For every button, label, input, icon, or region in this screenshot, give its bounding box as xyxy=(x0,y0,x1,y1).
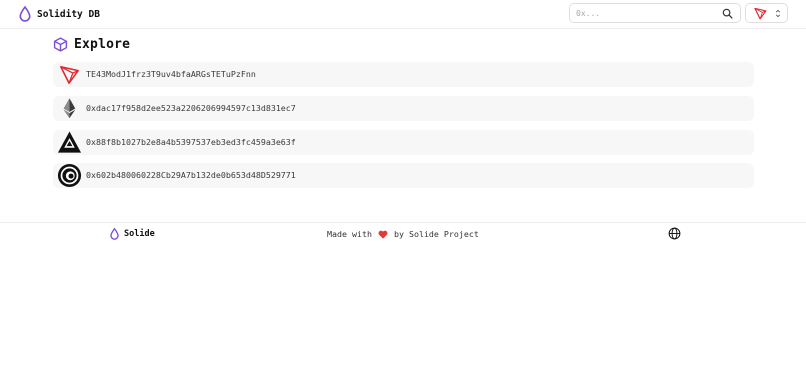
globe-icon[interactable] xyxy=(668,227,681,240)
drop-logo-icon xyxy=(19,6,31,22)
circle-network-icon xyxy=(57,164,82,188)
triangle-network-icon xyxy=(57,131,82,153)
network-selector[interactable] xyxy=(745,3,788,23)
contract-row-ethereum[interactable]: 0xdac17f958d2ee523a2206206994597c13d831e… xyxy=(53,95,754,121)
drop-logo-icon xyxy=(110,228,119,240)
search-icon[interactable] xyxy=(722,8,733,19)
contract-address[interactable]: 0x88f8b1027b2e8a4b5397537eb3ed3fc459a3e6… xyxy=(86,137,296,147)
contract-row-circle[interactable]: 0x602b480060228Cb29A7b132de0b653d48D5297… xyxy=(53,163,754,189)
contract-row-tron[interactable]: TE43ModJ1frz3T9uv4bfaARGsTETuPzFnn xyxy=(53,62,754,87)
search-box[interactable] xyxy=(569,3,741,23)
footer-brand-name: Solide xyxy=(124,229,155,239)
footer: Solide Made with by Solide Project xyxy=(0,222,806,245)
search-input[interactable] xyxy=(576,6,716,20)
page-title: Explore xyxy=(74,37,131,52)
cube-icon xyxy=(53,37,68,52)
footer-brand[interactable]: Solide xyxy=(110,228,155,240)
top-bar: Solidity DB xyxy=(0,0,806,29)
credit-text-after[interactable]: by Solide Project xyxy=(394,229,479,239)
ethereum-icon xyxy=(63,98,76,118)
contract-list: TE43ModJ1frz3T9uv4bfaARGsTETuPzFnn 0xdac… xyxy=(53,62,754,197)
contract-address[interactable]: TE43ModJ1frz3T9uv4bfaARGsTETuPzFnn xyxy=(86,69,256,79)
brand[interactable]: Solidity DB xyxy=(19,6,100,22)
contract-address[interactable]: 0x602b480060228Cb29A7b132de0b653d48D5297… xyxy=(86,170,296,180)
explore-title: Explore xyxy=(53,37,130,52)
footer-credit: Made with by Solide Project xyxy=(327,229,479,239)
heart-icon xyxy=(378,230,388,239)
tron-icon xyxy=(60,66,79,84)
credit-text-before: Made with xyxy=(327,229,372,239)
tron-icon xyxy=(754,7,767,20)
chevron-up-down-icon xyxy=(775,9,781,18)
contract-row-avalanche[interactable]: 0x88f8b1027b2e8a4b5397537eb3ed3fc459a3e6… xyxy=(53,129,754,155)
app-title: Solidity DB xyxy=(37,8,100,20)
contract-address[interactable]: 0xdac17f958d2ee523a2206206994597c13d831e… xyxy=(86,103,296,113)
